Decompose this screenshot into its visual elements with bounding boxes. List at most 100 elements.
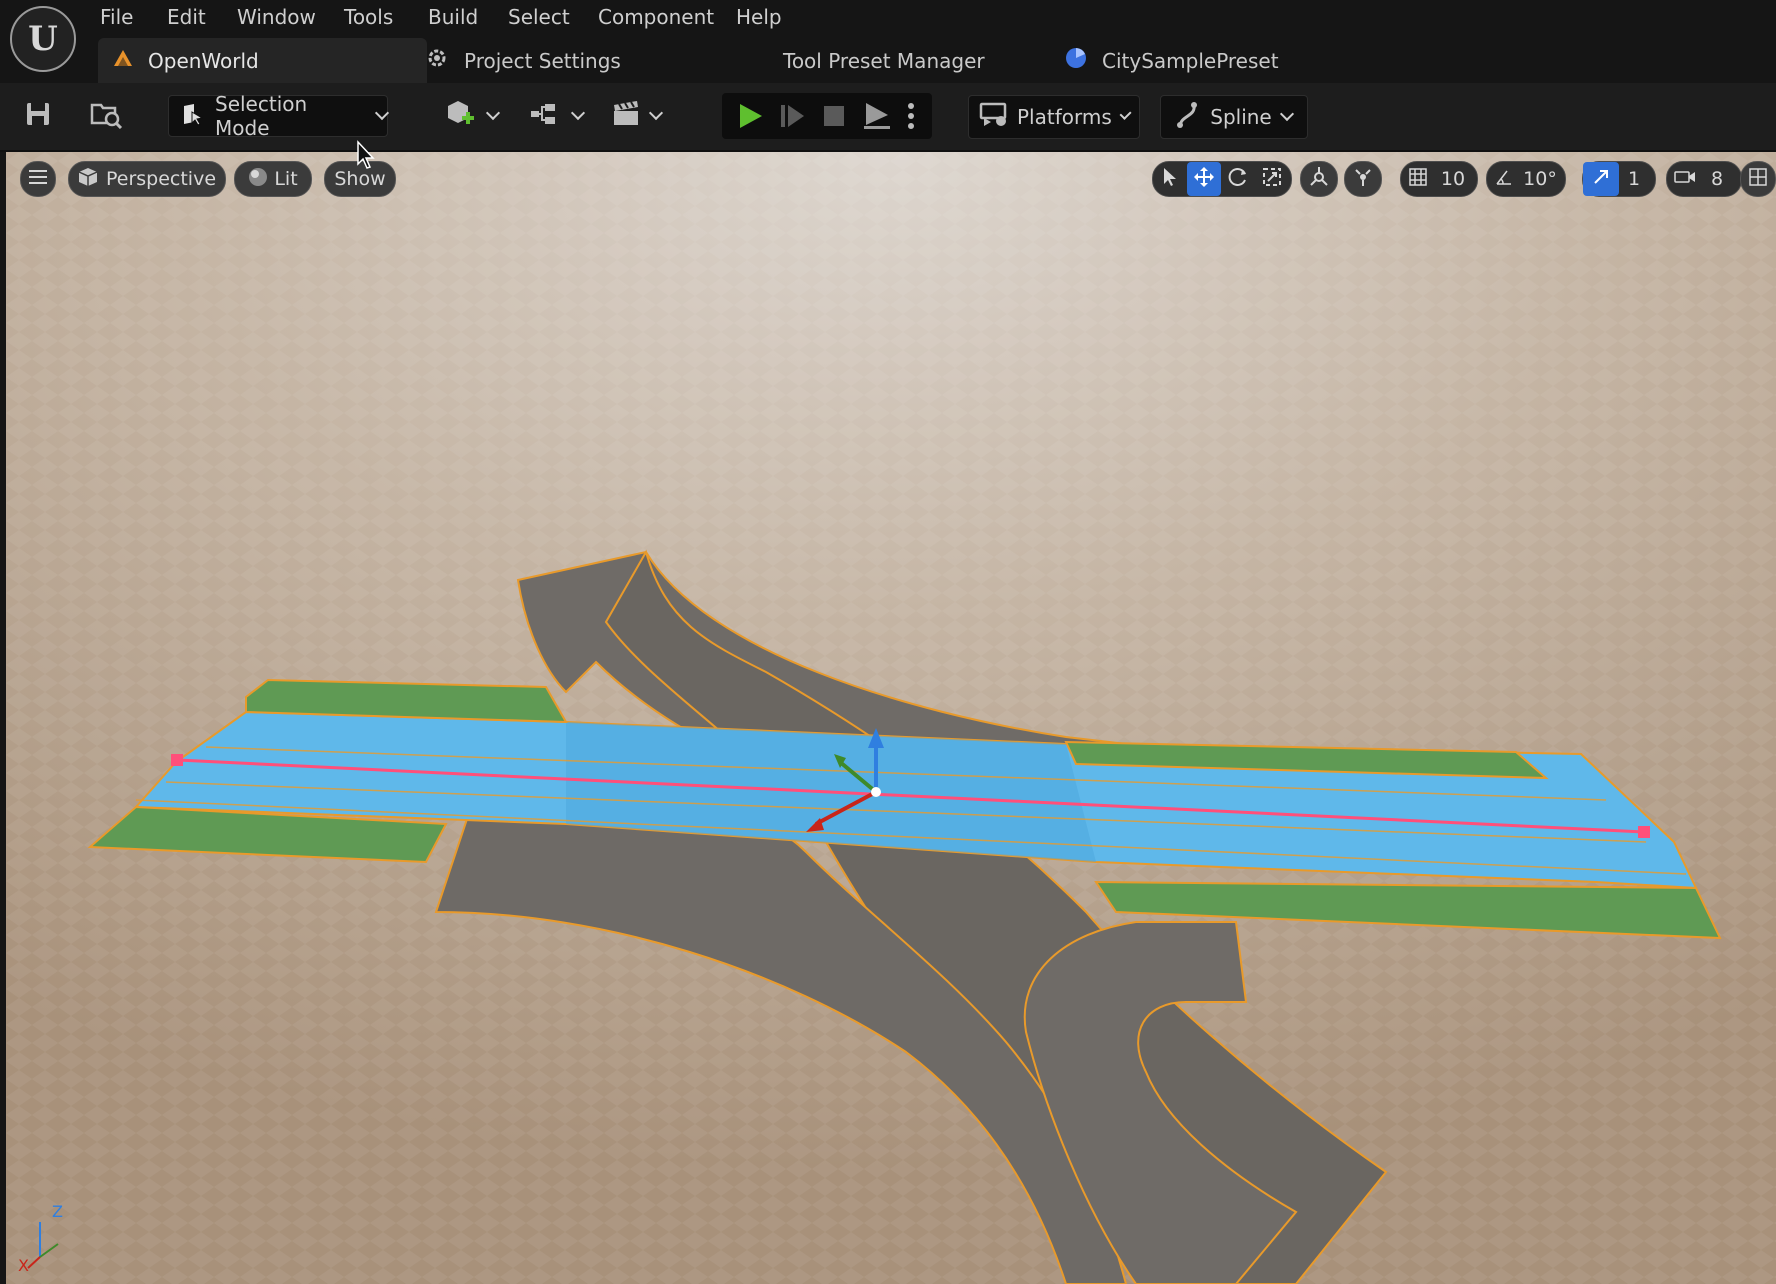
mouse-cursor	[356, 140, 376, 174]
eject-button[interactable]	[862, 101, 892, 135]
camera-speed-value[interactable]: 8	[1703, 162, 1731, 196]
rotate-tool-button[interactable]	[1221, 162, 1255, 196]
chevron-down-icon	[1119, 107, 1132, 121]
lit-button[interactable]: Lit	[234, 161, 312, 197]
viewport-options-button[interactable]	[20, 161, 56, 197]
menu-bar: File Edit Window Tools Build Select Comp…	[0, 0, 1776, 38]
viewport-scene	[6, 152, 1776, 1284]
lit-label: Lit	[274, 168, 298, 190]
grid-snap-value[interactable]: 10	[1435, 162, 1471, 196]
preset-icon	[1064, 46, 1088, 75]
platforms-label: Platforms	[1017, 105, 1112, 129]
cube-icon	[78, 167, 98, 192]
selection-mode-dropdown[interactable]: Selection Mode	[168, 92, 390, 140]
camera-icon	[1674, 168, 1696, 190]
scale-snap-icon	[1592, 168, 1610, 191]
axis-z-label: Z	[52, 1202, 63, 1221]
scale-icon	[1262, 167, 1282, 192]
frame-skip-icon	[778, 105, 806, 134]
play-button[interactable]	[736, 102, 764, 134]
transform-tools-group	[1152, 161, 1292, 197]
viewport-layout-button[interactable]	[1740, 161, 1776, 197]
level-viewport[interactable]: Z X Perspective Lit Show 10 10° 1 8	[6, 152, 1776, 1284]
menu-file[interactable]: File	[100, 5, 133, 29]
world-icon	[1308, 166, 1330, 193]
menu-window[interactable]: Window	[237, 5, 316, 29]
blueprints-button[interactable]	[524, 95, 588, 137]
chevron-down-icon	[1279, 106, 1294, 122]
selection-mode-icon	[181, 102, 205, 131]
menu-help[interactable]: Help	[736, 5, 782, 29]
perspective-button[interactable]: Perspective	[68, 161, 226, 197]
angle-icon	[1495, 168, 1513, 191]
menu-tools[interactable]: Tools	[344, 5, 393, 29]
rotation-snap-group[interactable]: 10°	[1486, 161, 1566, 197]
move-icon	[1193, 166, 1215, 193]
menu-component[interactable]: Component	[598, 5, 714, 29]
chevron-down-icon	[374, 105, 390, 121]
tab-city-sample-preset[interactable]: CitySamplePreset	[1064, 38, 1279, 83]
clapperboard-icon	[611, 100, 641, 133]
tab-label: OpenWorld	[148, 48, 259, 73]
grid-icon	[1409, 167, 1427, 191]
hamburger-icon	[29, 168, 47, 190]
unreal-logo[interactable]: U	[10, 6, 76, 72]
stop-button[interactable]	[822, 104, 846, 132]
settings-icon	[424, 46, 450, 75]
content-browser-button[interactable]	[84, 95, 128, 137]
menu-build[interactable]: Build	[428, 5, 478, 29]
menu-select[interactable]: Select	[508, 5, 570, 29]
platforms-icon	[979, 102, 1009, 133]
selection-mode-label: Selection Mode	[215, 92, 308, 140]
chevron-down-icon	[485, 105, 501, 121]
cursor-icon	[1162, 167, 1178, 192]
level-icon	[112, 48, 134, 73]
scale-snap-group[interactable]: 1	[1582, 161, 1656, 197]
spline-label: Spline	[1210, 105, 1272, 129]
eject-icon	[862, 103, 892, 135]
surface-snapping-button[interactable]	[1344, 161, 1382, 197]
tab-bar: OpenWorld Project Settings Tool Preset M…	[0, 38, 1776, 83]
rotation-snap-toggle[interactable]	[1487, 162, 1521, 196]
scale-snap-toggle[interactable]	[1583, 162, 1619, 196]
grid-snap-toggle[interactable]	[1401, 162, 1435, 196]
tab-project-settings[interactable]: Project Settings	[424, 38, 621, 83]
blueprint-icon	[529, 102, 563, 131]
add-actor-button[interactable]	[440, 95, 502, 137]
tab-label: CitySamplePreset	[1102, 48, 1279, 73]
play-icon	[736, 104, 764, 134]
axis-x-label: X	[18, 1256, 29, 1275]
translate-tool-button[interactable]	[1187, 162, 1221, 196]
play-options-button[interactable]	[906, 101, 916, 135]
tab-label: Project Settings	[464, 48, 621, 73]
menu-edit[interactable]: Edit	[167, 5, 206, 29]
world-local-button[interactable]	[1300, 161, 1338, 197]
play-controls	[722, 93, 932, 139]
cinematics-button[interactable]	[606, 95, 666, 137]
grid-snap-group[interactable]: 10	[1400, 161, 1478, 197]
save-icon	[24, 100, 52, 133]
tab-label: Tool Preset Manager	[783, 48, 985, 73]
lit-sphere-icon	[248, 167, 268, 192]
platforms-dropdown[interactable]: Platforms	[968, 95, 1140, 139]
tab-tool-preset-manager[interactable]: Tool Preset Manager	[783, 38, 985, 83]
spline-dropdown[interactable]: Spline	[1160, 95, 1308, 139]
add-actor-icon	[444, 98, 478, 135]
rotation-snap-value[interactable]: 10°	[1521, 162, 1559, 196]
select-tool-button[interactable]	[1153, 162, 1187, 196]
perspective-label: Perspective	[105, 168, 217, 190]
camera-speed-group[interactable]: 8	[1666, 161, 1742, 197]
scale-snap-value[interactable]: 1	[1619, 162, 1649, 196]
frame-skip-button[interactable]	[778, 102, 806, 134]
scale-tool-button[interactable]	[1255, 162, 1289, 196]
camera-speed-toggle[interactable]	[1667, 162, 1703, 196]
save-button[interactable]	[18, 95, 58, 137]
chevron-down-icon	[648, 105, 664, 121]
more-options-icon	[906, 103, 916, 135]
spline-tool-icon	[1176, 101, 1202, 134]
tab-openworld[interactable]: OpenWorld	[98, 38, 427, 83]
rotate-icon	[1227, 166, 1249, 193]
layout-icon	[1749, 167, 1767, 191]
stop-icon	[822, 106, 846, 132]
content-browser-icon	[89, 99, 123, 134]
